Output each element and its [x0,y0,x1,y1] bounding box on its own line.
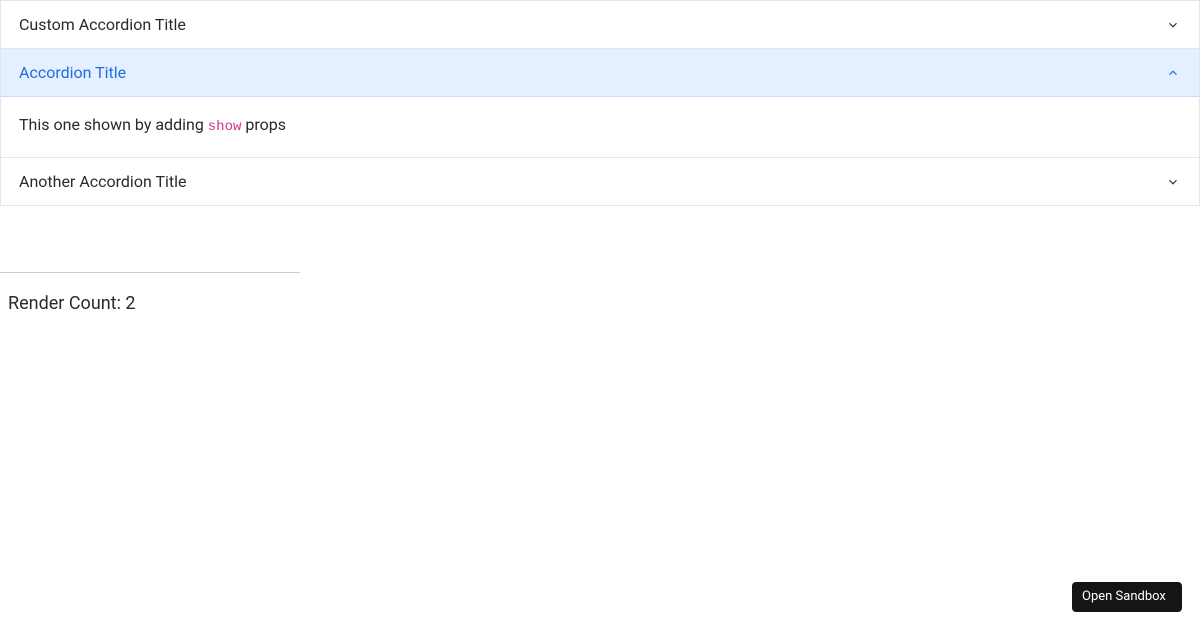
accordion-title: Another Accordion Title [19,172,186,191]
accordion-container: Custom Accordion Title Accordion Title T… [0,0,1200,206]
accordion-item: Custom Accordion Title [1,1,1199,49]
accordion-header-custom[interactable]: Custom Accordion Title [1,1,1199,48]
accordion-item: Another Accordion Title [1,158,1199,206]
render-count-value: 2 [125,293,135,314]
chevron-down-icon [1165,174,1181,190]
accordion-body: This one shown by adding show props [1,97,1199,157]
accordion-title: Custom Accordion Title [19,15,186,34]
chevron-up-icon [1165,65,1181,81]
render-count-label: Render Count: [8,293,125,314]
accordion-body-text-prefix: This one shown by adding [19,115,208,134]
accordion-header-another[interactable]: Another Accordion Title [1,158,1199,205]
accordion-title: Accordion Title [19,63,126,82]
accordion-body-code: show [208,119,242,135]
open-sandbox-button[interactable]: Open Sandbox [1072,582,1182,612]
chevron-down-icon [1165,17,1181,33]
accordion-item: Accordion Title This one shown by adding… [1,49,1199,158]
render-count: Render Count: 2 [0,273,1200,334]
accordion-body-text-suffix: props [241,115,286,134]
accordion-header-main[interactable]: Accordion Title [1,49,1199,97]
